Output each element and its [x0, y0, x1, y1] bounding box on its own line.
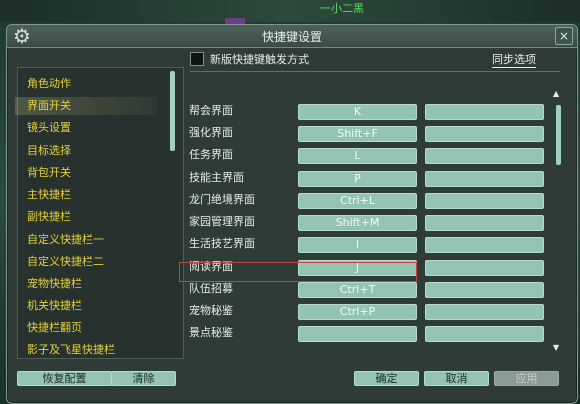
- game-background: [0, 0, 580, 22]
- binding-action: 家园管理界面: [189, 215, 255, 228]
- binding-action: 任务界面: [189, 148, 233, 161]
- window-title: 快捷键设置: [261, 30, 322, 44]
- binding-action: 生活技艺界面: [189, 237, 255, 250]
- triangle-down-icon[interactable]: ▼: [553, 343, 559, 352]
- ok-button[interactable]: 确定: [354, 371, 419, 386]
- options-divider: [190, 71, 560, 72]
- secondary-key-slot[interactable]: [425, 304, 544, 320]
- category-item[interactable]: 副快捷栏: [27, 208, 157, 226]
- category-item[interactable]: 自定义快捷栏一: [27, 231, 157, 249]
- secondary-key-slot[interactable]: [425, 326, 544, 342]
- category-item[interactable]: 宠物快捷栏: [27, 275, 157, 293]
- primary-key-slot[interactable]: L: [298, 148, 417, 164]
- hotkey-settings-window: ⚙ 快捷键设置 × 角色动作 界面开关 镜头设置 目标选择 背包开关 主快捷栏 …: [6, 24, 578, 404]
- primary-key-slot[interactable]: [298, 326, 417, 342]
- category-item[interactable]: 快捷栏翻页: [27, 319, 157, 337]
- close-icon[interactable]: ×: [555, 27, 573, 45]
- clear-button[interactable]: 清除: [111, 371, 176, 386]
- category-item[interactable]: 镜头设置: [27, 119, 157, 137]
- binding-action: 技能主界面: [189, 171, 244, 184]
- binding-action: 景点秘鉴: [189, 326, 233, 339]
- category-item[interactable]: 背包开关: [27, 164, 157, 182]
- primary-key-slot[interactable]: I: [298, 237, 417, 253]
- binding-action: 龙门绝境界面: [189, 193, 255, 206]
- primary-key-slot[interactable]: Ctrl+T: [298, 282, 417, 298]
- category-item[interactable]: 主快捷栏: [27, 186, 157, 204]
- bindings-scrollbar-thumb[interactable]: [556, 105, 561, 165]
- primary-key-slot[interactable]: P: [298, 171, 417, 187]
- secondary-key-slot[interactable]: [425, 215, 544, 231]
- secondary-key-slot[interactable]: [425, 126, 544, 142]
- primary-key-slot[interactable]: Shift+F: [298, 126, 417, 142]
- primary-key-slot[interactable]: Ctrl+P: [298, 304, 417, 320]
- new-trigger-label: 新版快捷键触发方式: [210, 53, 309, 66]
- secondary-key-slot[interactable]: [425, 237, 544, 253]
- cancel-button[interactable]: 取消: [424, 371, 489, 386]
- secondary-key-slot[interactable]: [425, 260, 544, 276]
- category-item[interactable]: 机关快捷栏: [27, 297, 157, 315]
- background-player-name: 一小二黑: [320, 2, 364, 15]
- new-trigger-checkbox[interactable]: [190, 52, 204, 66]
- category-scrollbar-thumb[interactable]: [170, 71, 175, 151]
- secondary-key-slot[interactable]: [425, 171, 544, 187]
- category-item[interactable]: 角色动作: [27, 75, 157, 93]
- category-item[interactable]: 目标选择: [27, 142, 157, 160]
- secondary-key-slot[interactable]: [425, 193, 544, 209]
- primary-key-slot[interactable]: Ctrl+L: [298, 193, 417, 209]
- secondary-key-slot[interactable]: [425, 282, 544, 298]
- binding-action: 强化界面: [189, 126, 233, 139]
- category-item-selected[interactable]: 界面开关: [15, 97, 157, 115]
- binding-action: 帮会界面: [189, 104, 233, 117]
- primary-key-slot[interactable]: K: [298, 104, 417, 120]
- title-bar: ⚙ 快捷键设置 ×: [7, 25, 577, 48]
- sync-options-link[interactable]: 同步选项: [492, 51, 536, 68]
- triangle-up-icon[interactable]: ▲: [553, 89, 559, 98]
- secondary-key-slot[interactable]: [425, 148, 544, 164]
- category-item[interactable]: 自定义快捷栏二: [27, 253, 157, 271]
- restore-config-button[interactable]: 恢复配置: [17, 371, 112, 386]
- binding-action: 宠物秘鉴: [189, 304, 233, 317]
- apply-button[interactable]: 应用: [494, 371, 559, 386]
- category-item[interactable]: 影子及飞星快捷栏: [27, 341, 157, 359]
- primary-key-slot[interactable]: Shift+M: [298, 215, 417, 231]
- binding-action: 队伍招募: [189, 282, 233, 295]
- secondary-key-slot[interactable]: [425, 104, 544, 120]
- selected-row-highlight: [179, 262, 417, 282]
